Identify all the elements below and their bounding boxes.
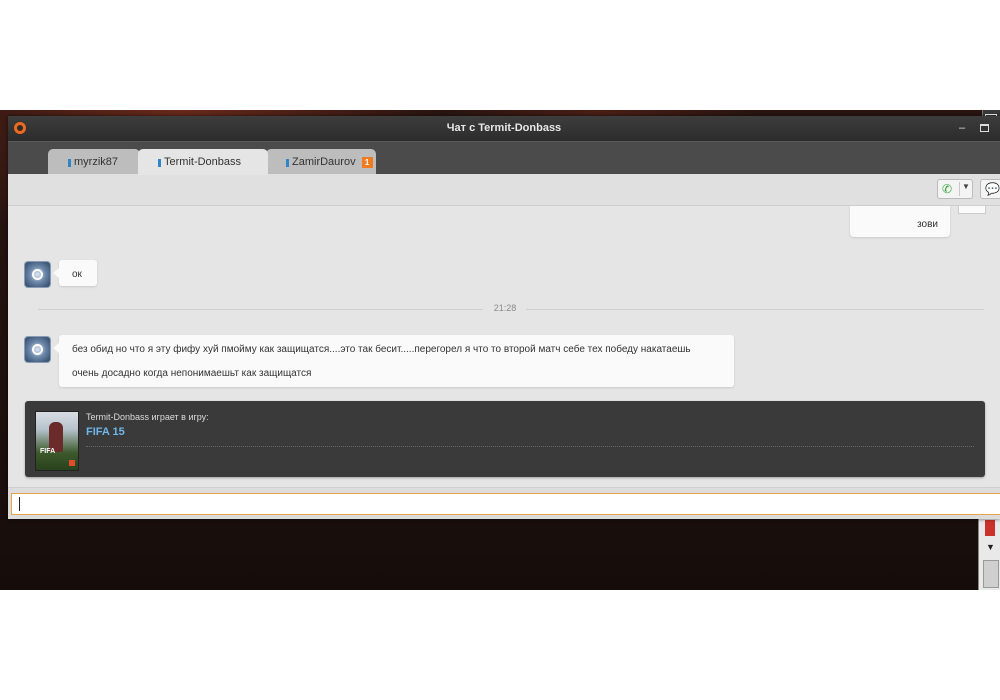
incoming-message: ок <box>53 260 97 286</box>
title-bar[interactable]: Чат с Termit-Donbass – <box>8 116 1000 141</box>
message-text: очень досадно когда непонимаешьт как защ… <box>72 368 312 379</box>
chevron-down-icon[interactable]: ▼ <box>962 182 970 191</box>
cover-title: FIFA <box>40 448 56 455</box>
voice-call-button[interactable]: ✆ ▼ <box>937 179 973 199</box>
maximize-icon <box>979 124 989 132</box>
online-status-icon <box>158 159 161 167</box>
window-title: Чат с Termit-Donbass <box>446 122 562 134</box>
online-status-icon <box>286 159 289 167</box>
tab-label: myrzik87 <box>74 156 119 168</box>
message-text: ок <box>72 269 82 280</box>
tab-label: ZamirDaurov <box>292 156 356 168</box>
background-window-edge-bottom: ▼ <box>978 512 1000 590</box>
avatar[interactable] <box>25 262 50 287</box>
maximize-button[interactable] <box>976 120 992 136</box>
message-history[interactable]: зови ок 21:28 без обид но что я эту фифу… <box>8 206 1000 489</box>
publisher-logo-icon <box>69 460 75 466</box>
game-cover-image[interactable]: FIFA <box>35 411 79 471</box>
chat-window: Чат с Termit-Donbass – myrzik87 Termit-D… <box>8 116 1000 519</box>
message-input[interactable] <box>11 493 1000 515</box>
incoming-message: без обид но что я эту фифу хуй пмойму ка… <box>53 335 734 387</box>
game-activity-card: FIFA Termit-Donbass играет в игру: FIFA … <box>25 401 985 477</box>
phone-icon: ✆ <box>942 182 953 196</box>
compose-area <box>8 487 1000 519</box>
tab-zamirdaurov[interactable]: ZamirDaurov 1 <box>266 149 376 175</box>
avatar[interactable] <box>25 337 50 362</box>
tab-termit-donbass[interactable]: Termit-Donbass <box>138 149 268 175</box>
divider <box>86 446 974 447</box>
divider-timestamp: 21:28 <box>493 303 517 313</box>
game-name-link[interactable]: FIFA 15 <box>86 426 125 438</box>
tab-label: Termit-Donbass <box>164 156 242 168</box>
message-tail-icon <box>958 206 986 214</box>
text-cursor <box>19 497 20 511</box>
time-divider: 21:28 <box>38 303 984 313</box>
message-text: без обид но что я эту фифу хуй пмойму ка… <box>72 344 691 355</box>
chat-toolbar: ✆ ▼ 💬 <box>8 174 1000 206</box>
button-separator <box>959 182 960 196</box>
group-chat-button[interactable]: 💬 <box>980 179 1000 199</box>
message-text: зови <box>917 219 938 230</box>
tab-bar: myrzik87 Termit-Donbass ZamirDaurov 1 <box>8 141 1000 175</box>
online-status-icon <box>68 159 71 167</box>
outgoing-message: зови <box>850 206 950 237</box>
minimize-button[interactable]: – <box>954 120 970 136</box>
unread-badge: 1 <box>361 157 373 168</box>
chat-bubbles-icon: 💬 <box>985 182 1000 196</box>
tab-myrzik87[interactable]: myrzik87 <box>48 149 140 175</box>
playing-status-text: Termit-Donbass играет в игру: <box>86 412 209 422</box>
